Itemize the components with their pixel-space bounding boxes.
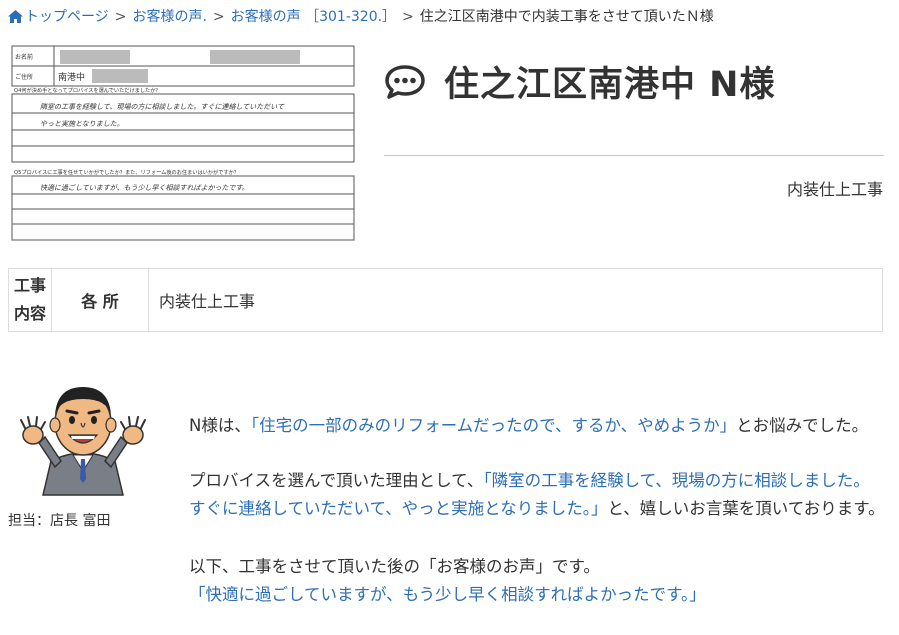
work-content-header-line1: 工事 bbox=[13, 276, 46, 295]
survey-address-label: ご住所 bbox=[15, 73, 33, 81]
customer-quote: 「隣室の工事を経験して、現場の方に相談しました。 bbox=[483, 471, 870, 490]
title-divider bbox=[384, 155, 884, 156]
breadcrumb-separator: > bbox=[114, 9, 127, 25]
customer-quote: 「快適に過ごしていますが、もう少し早く相談すればよかったです。」 bbox=[189, 585, 706, 604]
survey-a5-line1: 快適に過ごしていますが、もう少し早く相談すればよかったです。 bbox=[40, 184, 249, 192]
message-paragraph-1: N様は、「住宅の一部のみのリフォームだったので、するか、やめようか」とお悩みでし… bbox=[189, 412, 868, 440]
message-text: プロバイスを選んで頂いた理由として、 bbox=[189, 471, 484, 490]
table-row: 工事内容 各 所 内装仕上工事 bbox=[8, 268, 883, 332]
breadcrumb-separator: > bbox=[212, 9, 225, 25]
redacted-address bbox=[92, 69, 148, 83]
location-header: 各 所 bbox=[51, 268, 149, 332]
survey-a4-line1: 隣室の工事を経験して、現場の方に相談しました。すぐに連絡していただいて bbox=[40, 103, 285, 111]
work-content-header: 工事 内容 bbox=[8, 268, 52, 332]
message-paragraph-3: 以下、工事をさせて頂いた後の「お客様のお声」です。「快適に過ごしていますが、もう… bbox=[189, 553, 706, 609]
message-text: N様は、 bbox=[189, 416, 251, 435]
work-content-header-line2: 内容 bbox=[13, 304, 46, 323]
message-text: とお悩みでした。 bbox=[736, 416, 869, 435]
survey-a4-line2: やっと実施となりました。 bbox=[40, 120, 124, 128]
redacted-phone bbox=[210, 50, 300, 64]
staff-illustration bbox=[20, 387, 146, 496]
speech-bubble-icon bbox=[385, 64, 425, 99]
breadcrumb-home[interactable]: トップページ bbox=[8, 9, 109, 25]
home-icon bbox=[8, 10, 23, 23]
staff-avatar bbox=[15, 375, 155, 500]
breadcrumb-current: 住之江区南港中で内装工事をさせて頂いたＮ様 bbox=[419, 9, 714, 25]
redacted-name bbox=[60, 50, 130, 64]
breadcrumb-item-voices-range[interactable]: お客様の声 ［301-320.］ bbox=[231, 9, 396, 25]
customer-quote: 「住宅の一部のみのリフォームだったので、するか、やめようか」 bbox=[250, 416, 737, 435]
work-content-value: 内装仕上工事 bbox=[148, 268, 883, 332]
title-row: 住之江区南港中 N様 bbox=[384, 56, 775, 107]
customer-survey-image: お名前 ご住所 南港中 Q4何が決め手となってプロバイスを選んでいただけましたか… bbox=[10, 42, 356, 242]
breadcrumb-item-voices[interactable]: お客様の声. bbox=[132, 9, 206, 25]
breadcrumb-separator: > bbox=[402, 9, 414, 25]
staff-label: 担当：店長 富田 bbox=[8, 513, 111, 529]
work-details-table: 工事内容 各 所 内装仕上工事 bbox=[8, 268, 883, 332]
page-title: 住之江区南港中 N様 bbox=[444, 65, 776, 105]
message-paragraph-2: プロバイスを選んで頂いた理由として、「隣室の工事を経験して、現場の方に相談しまし… bbox=[189, 467, 885, 523]
survey-q5: Q5プロバイスに工事を任せていかがでしたか？また、リフォーム後のお住まいはいかが… bbox=[14, 168, 239, 176]
breadcrumb: トップページ > お客様の声. > お客様の声 ［301-320.］ > 住之江区南港中で内… bbox=[8, 6, 714, 26]
survey-q4: Q4何が決め手となってプロバイスを選んでいただけましたか？ bbox=[14, 86, 161, 94]
work-category: 内装仕上工事 bbox=[786, 180, 883, 199]
survey-address-value: 南港中 bbox=[58, 71, 85, 83]
survey-sheet: お名前 ご住所 南港中 Q4何が決め手となってプロバイスを選んでいただけましたか… bbox=[11, 45, 355, 241]
breadcrumb-home-label: トップページ bbox=[25, 9, 109, 25]
message-text: と、嬉しいお言葉を頂いております。 bbox=[607, 499, 885, 518]
survey-name-label: お名前 bbox=[15, 53, 33, 61]
customer-quote: すぐに連絡していただいて、やっと実施となりました。」 bbox=[189, 499, 608, 518]
message-text: 以下、工事をさせて頂いた後の「お客様のお声」です。 bbox=[189, 557, 600, 576]
